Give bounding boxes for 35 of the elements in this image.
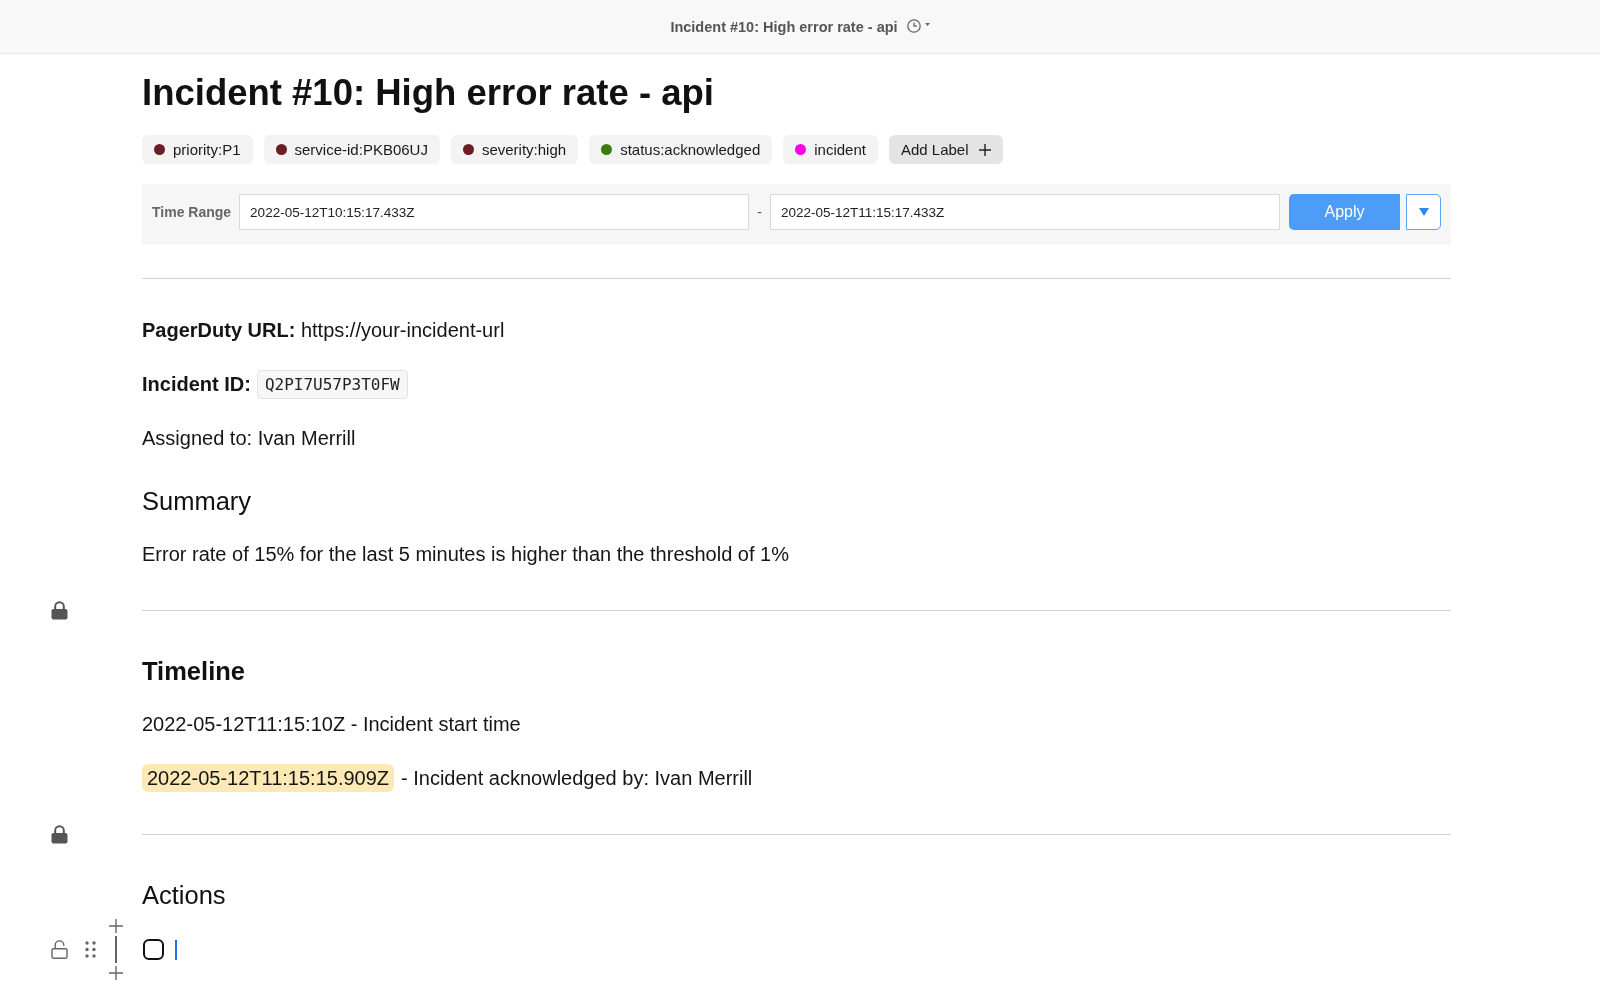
paragraph: PagerDuty URL: https://your-incident-url (142, 318, 505, 343)
incident-id-code: Q2PI7U57P3T0FW (256, 369, 408, 399)
section-heading: Timeline (142, 656, 245, 687)
label-chip[interactable]: status:acknowledged (589, 135, 773, 164)
drag-handle-icon[interactable] (85, 941, 96, 958)
paragraph: 2022-05-12T11:15:10Z - Incident start time (142, 712, 521, 737)
label-chip[interactable]: severity:high (450, 135, 579, 164)
label-chip[interactable]: service-id:PKB06UJ (263, 135, 440, 164)
clock-icon[interactable] (906, 18, 921, 33)
add-label-button[interactable]: Add Label (888, 135, 1003, 164)
caret-icon[interactable] (924, 23, 930, 26)
range-separator: - (757, 204, 762, 220)
lock-icon[interactable] (51, 601, 68, 620)
checkbox[interactable] (143, 939, 164, 960)
lock-icon[interactable] (51, 825, 68, 844)
plus-icon[interactable] (109, 919, 123, 933)
section-heading: Summary (142, 486, 252, 517)
field-label: Incident ID: (142, 372, 251, 397)
window-title: Incident #10: High error rate - api (670, 18, 898, 35)
start-time-field[interactable]: 2022-05-12T10:15:17.433Z (239, 194, 750, 230)
time-range-label: Time Range (152, 204, 232, 220)
section-heading: Actions (142, 880, 226, 911)
timestamp-highlight: 2022-05-12T11:15:15.909Z (142, 764, 395, 792)
plus-icon (978, 143, 991, 156)
label-chip[interactable]: priority:P1 (142, 135, 253, 164)
dropdown-button[interactable] (1406, 194, 1441, 230)
open-lock-icon[interactable] (51, 940, 68, 959)
label-chip[interactable]: incident (783, 135, 878, 164)
paragraph: Error rate of 15% for the last 5 minutes is higher than the threshold of 1% (142, 542, 789, 567)
paragraph: - Incident acknowledged by: Ivan Merrill (401, 766, 753, 791)
document-title: Incident #10: High error rate - api (142, 73, 714, 113)
paragraph: Assigned to: Ivan Merrill (142, 426, 356, 451)
end-time-field[interactable]: 2022-05-12T11:15:17.433Z (769, 194, 1280, 230)
caret-icon (1418, 208, 1429, 216)
plus-icon[interactable] (109, 966, 123, 980)
